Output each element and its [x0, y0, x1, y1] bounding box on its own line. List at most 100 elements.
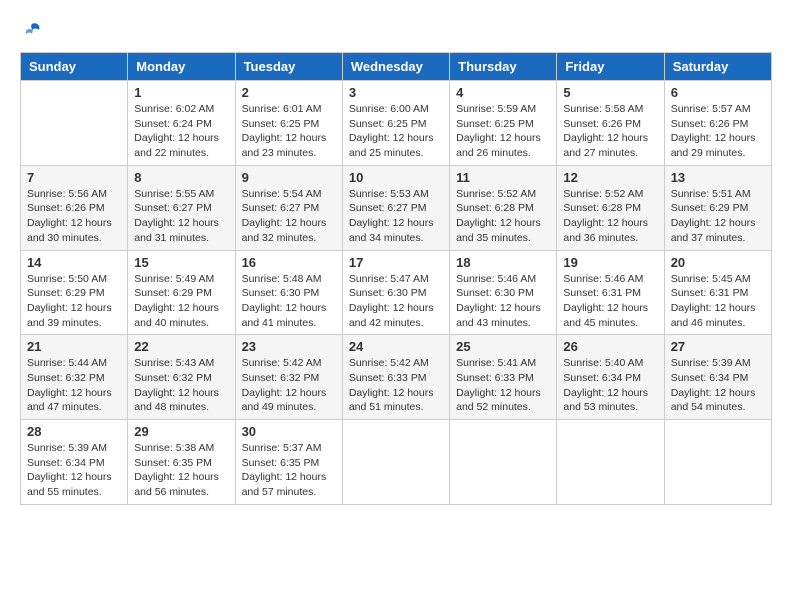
calendar-cell: 5 Sunrise: 5:58 AMSunset: 6:26 PMDaylight… [557, 81, 664, 166]
calendar-cell: 6 Sunrise: 5:57 AMSunset: 6:26 PMDaylight… [664, 81, 771, 166]
day-info: Sunrise: 5:39 AMSunset: 6:34 PMDaylight:… [671, 356, 765, 415]
weekday-header: Saturday [664, 53, 771, 81]
day-info: Sunrise: 5:42 AMSunset: 6:33 PMDaylight:… [349, 356, 443, 415]
day-number: 29 [134, 424, 228, 439]
day-number: 23 [242, 339, 336, 354]
calendar-cell: 27 Sunrise: 5:39 AMSunset: 6:34 PMDayligh… [664, 335, 771, 420]
day-info: Sunrise: 5:41 AMSunset: 6:33 PMDaylight:… [456, 356, 550, 415]
calendar-cell: 7 Sunrise: 5:56 AMSunset: 6:26 PMDaylight… [21, 165, 128, 250]
weekday-header: Friday [557, 53, 664, 81]
day-info: Sunrise: 5:40 AMSunset: 6:34 PMDaylight:… [563, 356, 657, 415]
day-number: 30 [242, 424, 336, 439]
day-info: Sunrise: 5:45 AMSunset: 6:31 PMDaylight:… [671, 272, 765, 331]
calendar-cell: 14 Sunrise: 5:50 AMSunset: 6:29 PMDayligh… [21, 250, 128, 335]
day-info: Sunrise: 5:53 AMSunset: 6:27 PMDaylight:… [349, 187, 443, 246]
calendar-cell: 19 Sunrise: 5:46 AMSunset: 6:31 PMDayligh… [557, 250, 664, 335]
calendar-cell: 20 Sunrise: 5:45 AMSunset: 6:31 PMDayligh… [664, 250, 771, 335]
calendar-cell [342, 420, 449, 505]
calendar-cell: 12 Sunrise: 5:52 AMSunset: 6:28 PMDayligh… [557, 165, 664, 250]
day-number: 16 [242, 255, 336, 270]
calendar-cell: 30 Sunrise: 5:37 AMSunset: 6:35 PMDayligh… [235, 420, 342, 505]
calendar-cell: 11 Sunrise: 5:52 AMSunset: 6:28 PMDayligh… [450, 165, 557, 250]
day-number: 5 [563, 85, 657, 100]
calendar-header: SundayMondayTuesdayWednesdayThursdayFrid… [21, 53, 772, 81]
day-info: Sunrise: 5:52 AMSunset: 6:28 PMDaylight:… [456, 187, 550, 246]
calendar-cell: 18Sunrise: 5:46 AMSunset: 6:30 PMDayligh… [450, 250, 557, 335]
day-info: Sunrise: 6:01 AMSunset: 6:25 PMDaylight:… [242, 102, 336, 161]
calendar-cell [664, 420, 771, 505]
day-number: 8 [134, 170, 228, 185]
day-number: 15 [134, 255, 228, 270]
calendar-cell: 26 Sunrise: 5:40 AMSunset: 6:34 PMDayligh… [557, 335, 664, 420]
day-info: Sunrise: 5:54 AMSunset: 6:27 PMDaylight:… [242, 187, 336, 246]
day-number: 21 [27, 339, 121, 354]
logo-bird-icon [21, 20, 43, 42]
calendar-cell: 29 Sunrise: 5:38 AMSunset: 6:35 PMDayligh… [128, 420, 235, 505]
day-info: Sunrise: 5:46 AMSunset: 6:31 PMDaylight:… [563, 272, 657, 331]
day-number: 3 [349, 85, 443, 100]
day-info: Sunrise: 5:38 AMSunset: 6:35 PMDaylight:… [134, 441, 228, 500]
day-number: 25 [456, 339, 550, 354]
day-info: Sunrise: 5:59 AMSunset: 6:25 PMDaylight:… [456, 102, 550, 161]
day-info: Sunrise: 5:51 AMSunset: 6:29 PMDaylight:… [671, 187, 765, 246]
calendar-cell: 17Sunrise: 5:47 AMSunset: 6:30 PMDayligh… [342, 250, 449, 335]
day-info: Sunrise: 5:39 AMSunset: 6:34 PMDaylight:… [27, 441, 121, 500]
weekday-header: Monday [128, 53, 235, 81]
day-number: 12 [563, 170, 657, 185]
day-number: 17 [349, 255, 443, 270]
calendar-cell: 25 Sunrise: 5:41 AMSunset: 6:33 PMDayligh… [450, 335, 557, 420]
day-number: 27 [671, 339, 765, 354]
day-number: 19 [563, 255, 657, 270]
day-number: 22 [134, 339, 228, 354]
calendar-week-row: 21Sunrise: 5:44 AMSunset: 6:32 PMDayligh… [21, 335, 772, 420]
calendar-cell: 15 Sunrise: 5:49 AMSunset: 6:29 PMDayligh… [128, 250, 235, 335]
calendar-cell [450, 420, 557, 505]
day-number: 6 [671, 85, 765, 100]
weekday-header: Wednesday [342, 53, 449, 81]
day-info: Sunrise: 5:50 AMSunset: 6:29 PMDaylight:… [27, 272, 121, 331]
day-info: Sunrise: 5:52 AMSunset: 6:28 PMDaylight:… [563, 187, 657, 246]
calendar-cell: 13 Sunrise: 5:51 AMSunset: 6:29 PMDayligh… [664, 165, 771, 250]
calendar-cell: 10 Sunrise: 5:53 AMSunset: 6:27 PMDayligh… [342, 165, 449, 250]
calendar-body: 1Sunrise: 6:02 AMSunset: 6:24 PMDaylight… [21, 81, 772, 505]
calendar-cell: 8 Sunrise: 5:55 AMSunset: 6:27 PMDaylight… [128, 165, 235, 250]
day-info: Sunrise: 6:00 AMSunset: 6:25 PMDaylight:… [349, 102, 443, 161]
logo [20, 20, 44, 42]
day-info: Sunrise: 5:46 AMSunset: 6:30 PMDaylight:… [456, 272, 550, 331]
day-number: 4 [456, 85, 550, 100]
day-info: Sunrise: 5:56 AMSunset: 6:26 PMDaylight:… [27, 187, 121, 246]
day-number: 14 [27, 255, 121, 270]
day-info: Sunrise: 5:42 AMSunset: 6:32 PMDaylight:… [242, 356, 336, 415]
day-number: 10 [349, 170, 443, 185]
calendar-week-row: 28Sunrise: 5:39 AMSunset: 6:34 PMDayligh… [21, 420, 772, 505]
day-number: 7 [27, 170, 121, 185]
calendar-cell: 22Sunrise: 5:43 AMSunset: 6:32 PMDayligh… [128, 335, 235, 420]
day-number: 9 [242, 170, 336, 185]
calendar-cell: 21Sunrise: 5:44 AMSunset: 6:32 PMDayligh… [21, 335, 128, 420]
day-number: 11 [456, 170, 550, 185]
day-number: 13 [671, 170, 765, 185]
day-info: Sunrise: 5:37 AMSunset: 6:35 PMDaylight:… [242, 441, 336, 500]
day-info: Sunrise: 5:57 AMSunset: 6:26 PMDaylight:… [671, 102, 765, 161]
calendar-cell: 9 Sunrise: 5:54 AMSunset: 6:27 PMDaylight… [235, 165, 342, 250]
calendar-cell: 3 Sunrise: 6:00 AMSunset: 6:25 PMDaylight… [342, 81, 449, 166]
calendar-week-row: 1Sunrise: 6:02 AMSunset: 6:24 PMDaylight… [21, 81, 772, 166]
day-number: 20 [671, 255, 765, 270]
day-info: Sunrise: 5:58 AMSunset: 6:26 PMDaylight:… [563, 102, 657, 161]
calendar-cell: 2 Sunrise: 6:01 AMSunset: 6:25 PMDaylight… [235, 81, 342, 166]
calendar-cell: 16 Sunrise: 5:48 AMSunset: 6:30 PMDayligh… [235, 250, 342, 335]
weekday-header: Tuesday [235, 53, 342, 81]
day-number: 24 [349, 339, 443, 354]
day-number: 2 [242, 85, 336, 100]
day-info: Sunrise: 5:48 AMSunset: 6:30 PMDaylight:… [242, 272, 336, 331]
calendar-cell: 28Sunrise: 5:39 AMSunset: 6:34 PMDayligh… [21, 420, 128, 505]
calendar-cell: 1Sunrise: 6:02 AMSunset: 6:24 PMDaylight… [128, 81, 235, 166]
day-info: Sunrise: 5:55 AMSunset: 6:27 PMDaylight:… [134, 187, 228, 246]
calendar-table: SundayMondayTuesdayWednesdayThursdayFrid… [20, 52, 772, 505]
calendar-cell: 24 Sunrise: 5:42 AMSunset: 6:33 PMDayligh… [342, 335, 449, 420]
day-info: Sunrise: 6:02 AMSunset: 6:24 PMDaylight:… [134, 102, 228, 161]
page-header [20, 20, 772, 42]
day-number: 26 [563, 339, 657, 354]
day-info: Sunrise: 5:49 AMSunset: 6:29 PMDaylight:… [134, 272, 228, 331]
weekday-header: Sunday [21, 53, 128, 81]
